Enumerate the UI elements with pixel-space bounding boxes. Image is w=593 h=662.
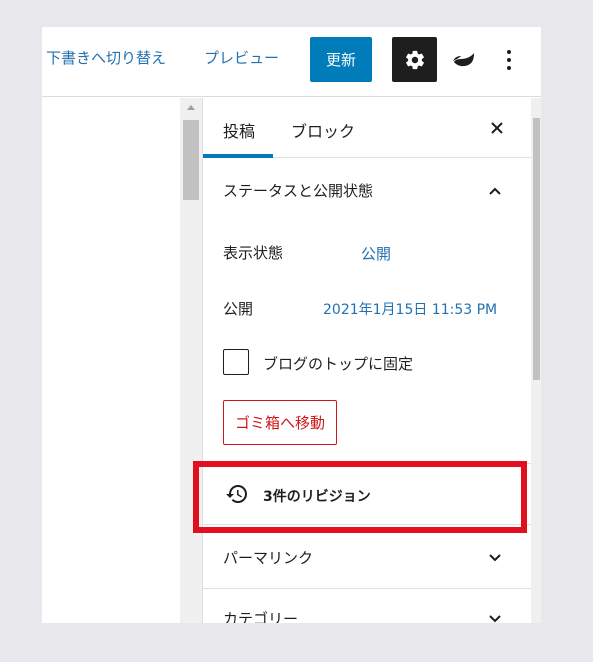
- vertical-ellipsis-icon: [507, 50, 511, 70]
- chevron-down-icon: [489, 554, 501, 562]
- jetpack-leaf-button[interactable]: [451, 48, 477, 72]
- active-tab-indicator: [203, 154, 273, 158]
- panel-title: パーマリンク: [223, 549, 314, 567]
- revisions-link[interactable]: 3件のリビジョン: [203, 464, 531, 524]
- category-panel-toggle[interactable]: カテゴリー: [203, 590, 531, 623]
- gear-icon: [405, 50, 424, 69]
- scroll-up-arrow-icon[interactable]: [187, 105, 195, 110]
- panel-title: ステータスと公開状態: [223, 182, 374, 200]
- chevron-up-icon: [489, 187, 501, 195]
- sticky-post-checkbox[interactable]: [223, 349, 249, 375]
- settings-sidebar: 投稿 ブロック ステータスと公開状態 表示状態 公開 公開 2021年1月15日…: [202, 98, 531, 623]
- sidebar-tabs: 投稿 ブロック: [203, 98, 531, 158]
- move-to-trash-button[interactable]: ゴミ箱へ移動: [223, 400, 337, 445]
- switch-to-draft-button[interactable]: 下書きへ切り替え: [46, 47, 166, 68]
- editor-window: 下書きへ切り替え プレビュー 更新 投稿 ブロック ステータスと公開状態 表示状…: [42, 27, 541, 623]
- publish-date-toggle[interactable]: 2021年1月15日 11:53 PM: [323, 299, 497, 319]
- publish-label: 公開: [223, 300, 254, 318]
- preview-button[interactable]: プレビュー: [204, 47, 279, 68]
- history-icon: [226, 485, 247, 503]
- close-icon: [491, 122, 503, 134]
- tab-block[interactable]: ブロック: [291, 118, 355, 142]
- sticky-post-label[interactable]: ブログのトップに固定: [263, 353, 413, 374]
- tab-post[interactable]: 投稿: [223, 118, 255, 142]
- visibility-label: 表示状態: [223, 244, 284, 262]
- sidebar-scroll-thumb[interactable]: [533, 118, 540, 380]
- settings-button[interactable]: [392, 37, 437, 82]
- editor-scroll-thumb[interactable]: [183, 120, 199, 200]
- visibility-toggle[interactable]: 公開: [361, 243, 391, 264]
- update-button[interactable]: 更新: [310, 37, 372, 82]
- revisions-label: 3件のリビジョン: [263, 489, 371, 505]
- more-options-button[interactable]: [497, 47, 521, 73]
- leaf-icon: [453, 53, 474, 67]
- status-visibility-panel-toggle[interactable]: ステータスと公開状態: [203, 160, 531, 220]
- panel-title: カテゴリー: [223, 610, 299, 623]
- editor-toolbar: 下書きへ切り替え プレビュー 更新: [42, 27, 541, 97]
- close-sidebar-button[interactable]: [485, 116, 509, 140]
- editor-canvas[interactable]: [42, 98, 180, 623]
- permalink-panel-toggle[interactable]: パーマリンク: [203, 525, 531, 589]
- chevron-down-icon: [489, 615, 501, 623]
